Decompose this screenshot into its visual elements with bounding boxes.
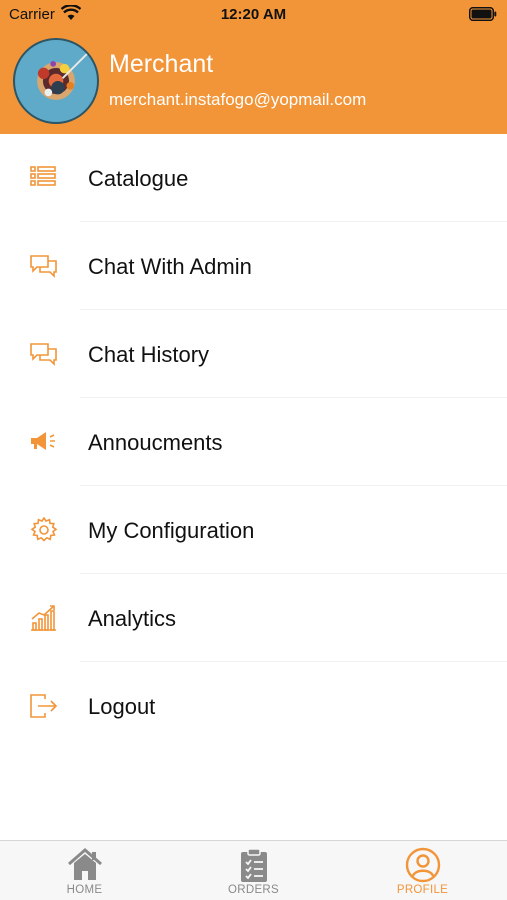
menu-item-catalogue[interactable]: Catalogue <box>0 134 507 222</box>
status-bar: Carrier 12:20 AM <box>0 0 507 30</box>
menu-item-label: Catalogue <box>88 166 189 191</box>
tab-orders[interactable]: ORDERS <box>169 841 338 900</box>
profile-menu: Catalogue Chat With Admin Chat History A… <box>0 134 507 750</box>
tab-bar: HOME ORDERS PROFILE <box>0 840 507 900</box>
menu-item-label: Chat With Admin <box>88 254 252 279</box>
menu-item-label: Annoucments <box>88 430 223 455</box>
chart-icon <box>31 605 56 631</box>
tab-home[interactable]: HOME <box>0 841 169 900</box>
menu-item-logout[interactable]: Logout <box>0 662 507 750</box>
tab-label: ORDERS <box>227 884 279 896</box>
menu-item-my-configuration[interactable]: My Configuration <box>0 486 507 574</box>
profile-icon <box>405 847 440 883</box>
status-time: 12:20 AM <box>220 6 287 23</box>
avatar[interactable] <box>13 38 99 124</box>
menu-item-chat-with-admin[interactable]: Chat With Admin <box>0 222 507 310</box>
clipboard-icon <box>240 848 267 882</box>
list-icon <box>30 166 56 186</box>
profile-name: Merchant <box>109 50 214 78</box>
battery-icon <box>469 7 497 21</box>
gear-icon <box>30 517 58 542</box>
menu-item-chat-history[interactable]: Chat History <box>0 310 507 398</box>
profile-email: merchant.instafogo@yopmail.com <box>109 90 367 109</box>
menu-item-label: My Configuration <box>88 518 255 543</box>
menu-item-label: Chat History <box>88 342 210 367</box>
tab-label: HOME <box>66 884 103 896</box>
menu-item-analytics[interactable]: Analytics <box>0 574 507 662</box>
menu-item-label: Analytics <box>88 606 177 631</box>
home-icon <box>67 848 102 880</box>
tab-label: PROFILE <box>396 884 449 896</box>
logout-icon <box>30 694 58 718</box>
menu-item-label: Logout <box>88 694 156 719</box>
chat-icon <box>30 343 57 366</box>
megaphone-icon <box>31 432 55 450</box>
menu-item-annoucments[interactable]: Annoucments <box>0 398 507 486</box>
profile-header: Carrier 12:20 AM Merchant merchant.insta… <box>0 0 507 134</box>
tab-profile[interactable]: PROFILE <box>338 841 507 900</box>
chat-icon <box>30 255 57 278</box>
